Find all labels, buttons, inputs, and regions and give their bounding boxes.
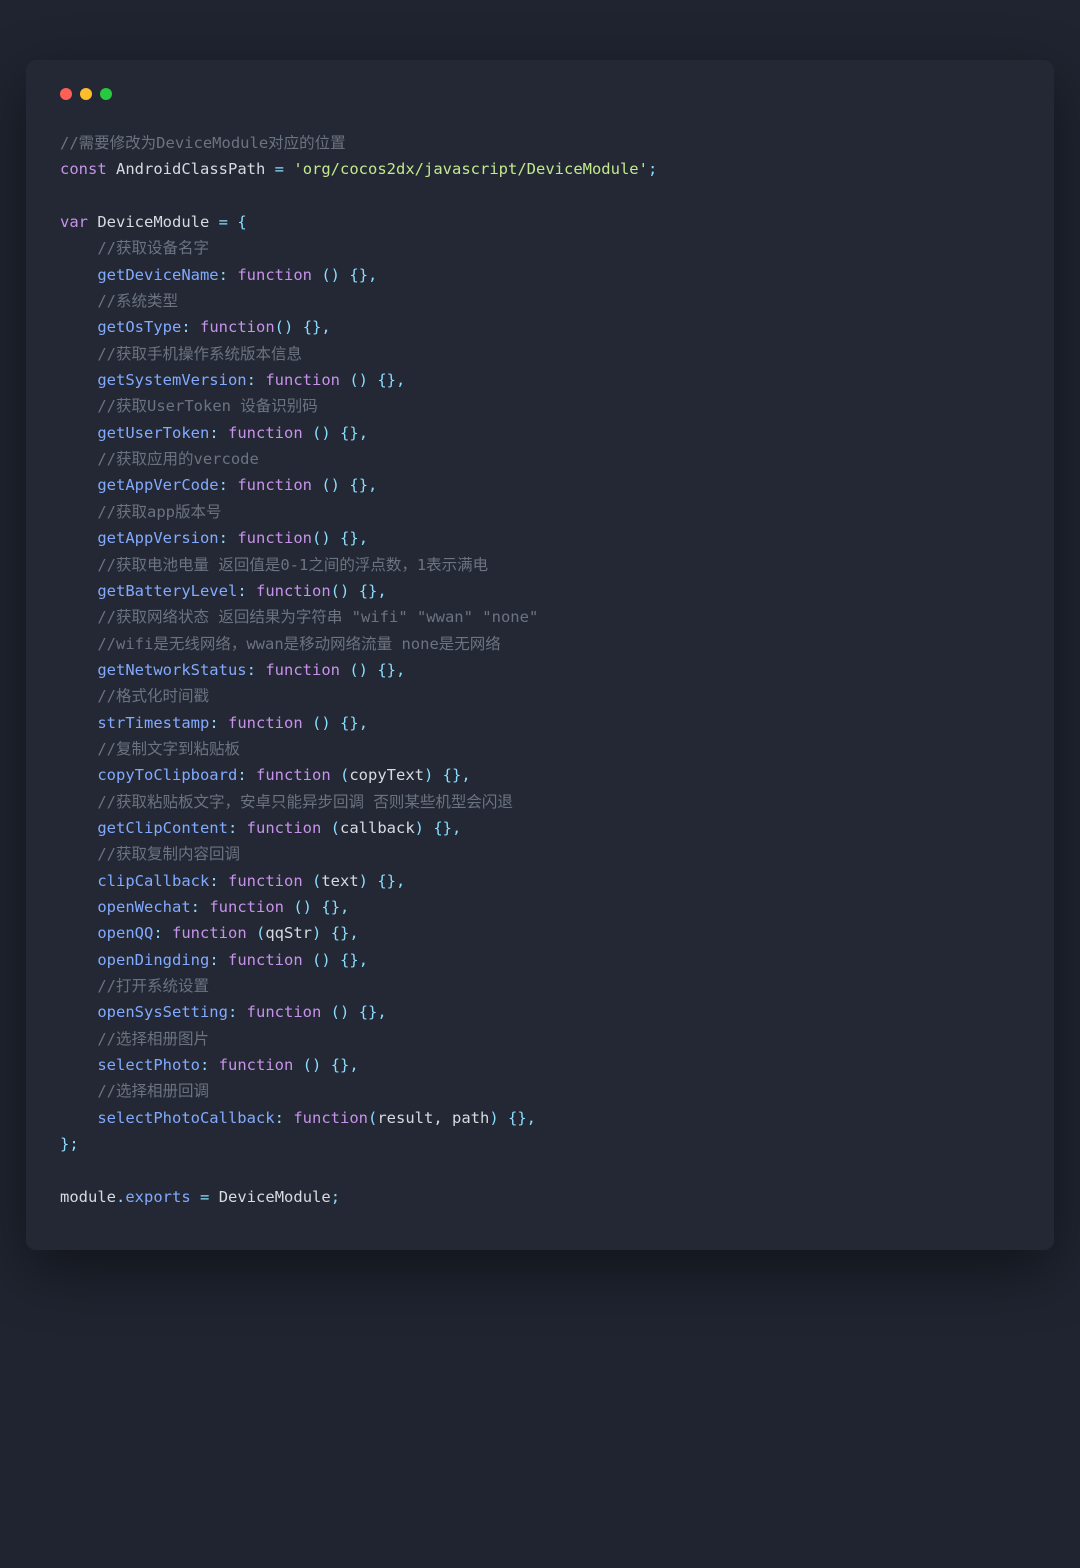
zoom-icon[interactable] [100, 88, 112, 100]
window-controls [60, 88, 1020, 100]
minimize-icon[interactable] [80, 88, 92, 100]
code-block: //需要修改为DeviceModule对应的位置 const AndroidCl… [60, 130, 1020, 1210]
close-icon[interactable] [60, 88, 72, 100]
code-window: //需要修改为DeviceModule对应的位置 const AndroidCl… [26, 60, 1054, 1250]
